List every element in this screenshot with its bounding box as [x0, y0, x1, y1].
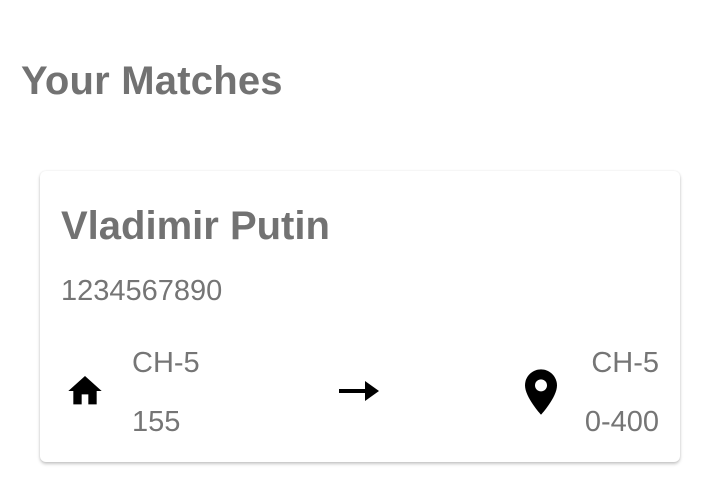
arrow-right-icon: [339, 381, 379, 401]
matches-page: Your Matches Vladimir Putin 1234567890 C…: [0, 0, 720, 502]
match-card[interactable]: Vladimir Putin 1234567890 CH-5 155 CH-5 …: [40, 171, 680, 462]
match-phone-number: 1234567890: [61, 275, 223, 307]
destination-detail: 0-400: [584, 406, 659, 438]
destination-location: CH-5: [591, 347, 659, 379]
match-name: Vladimir Putin: [61, 204, 330, 248]
origin-location: CH-5: [132, 347, 200, 379]
home-icon: [68, 376, 102, 405]
page-title: Your Matches: [21, 59, 283, 103]
origin-info: CH-5 155: [132, 345, 200, 440]
origin-detail: 155: [132, 406, 181, 438]
destination-info: CH-5 0-400: [585, 345, 659, 440]
location-pin-icon: [525, 369, 557, 415]
